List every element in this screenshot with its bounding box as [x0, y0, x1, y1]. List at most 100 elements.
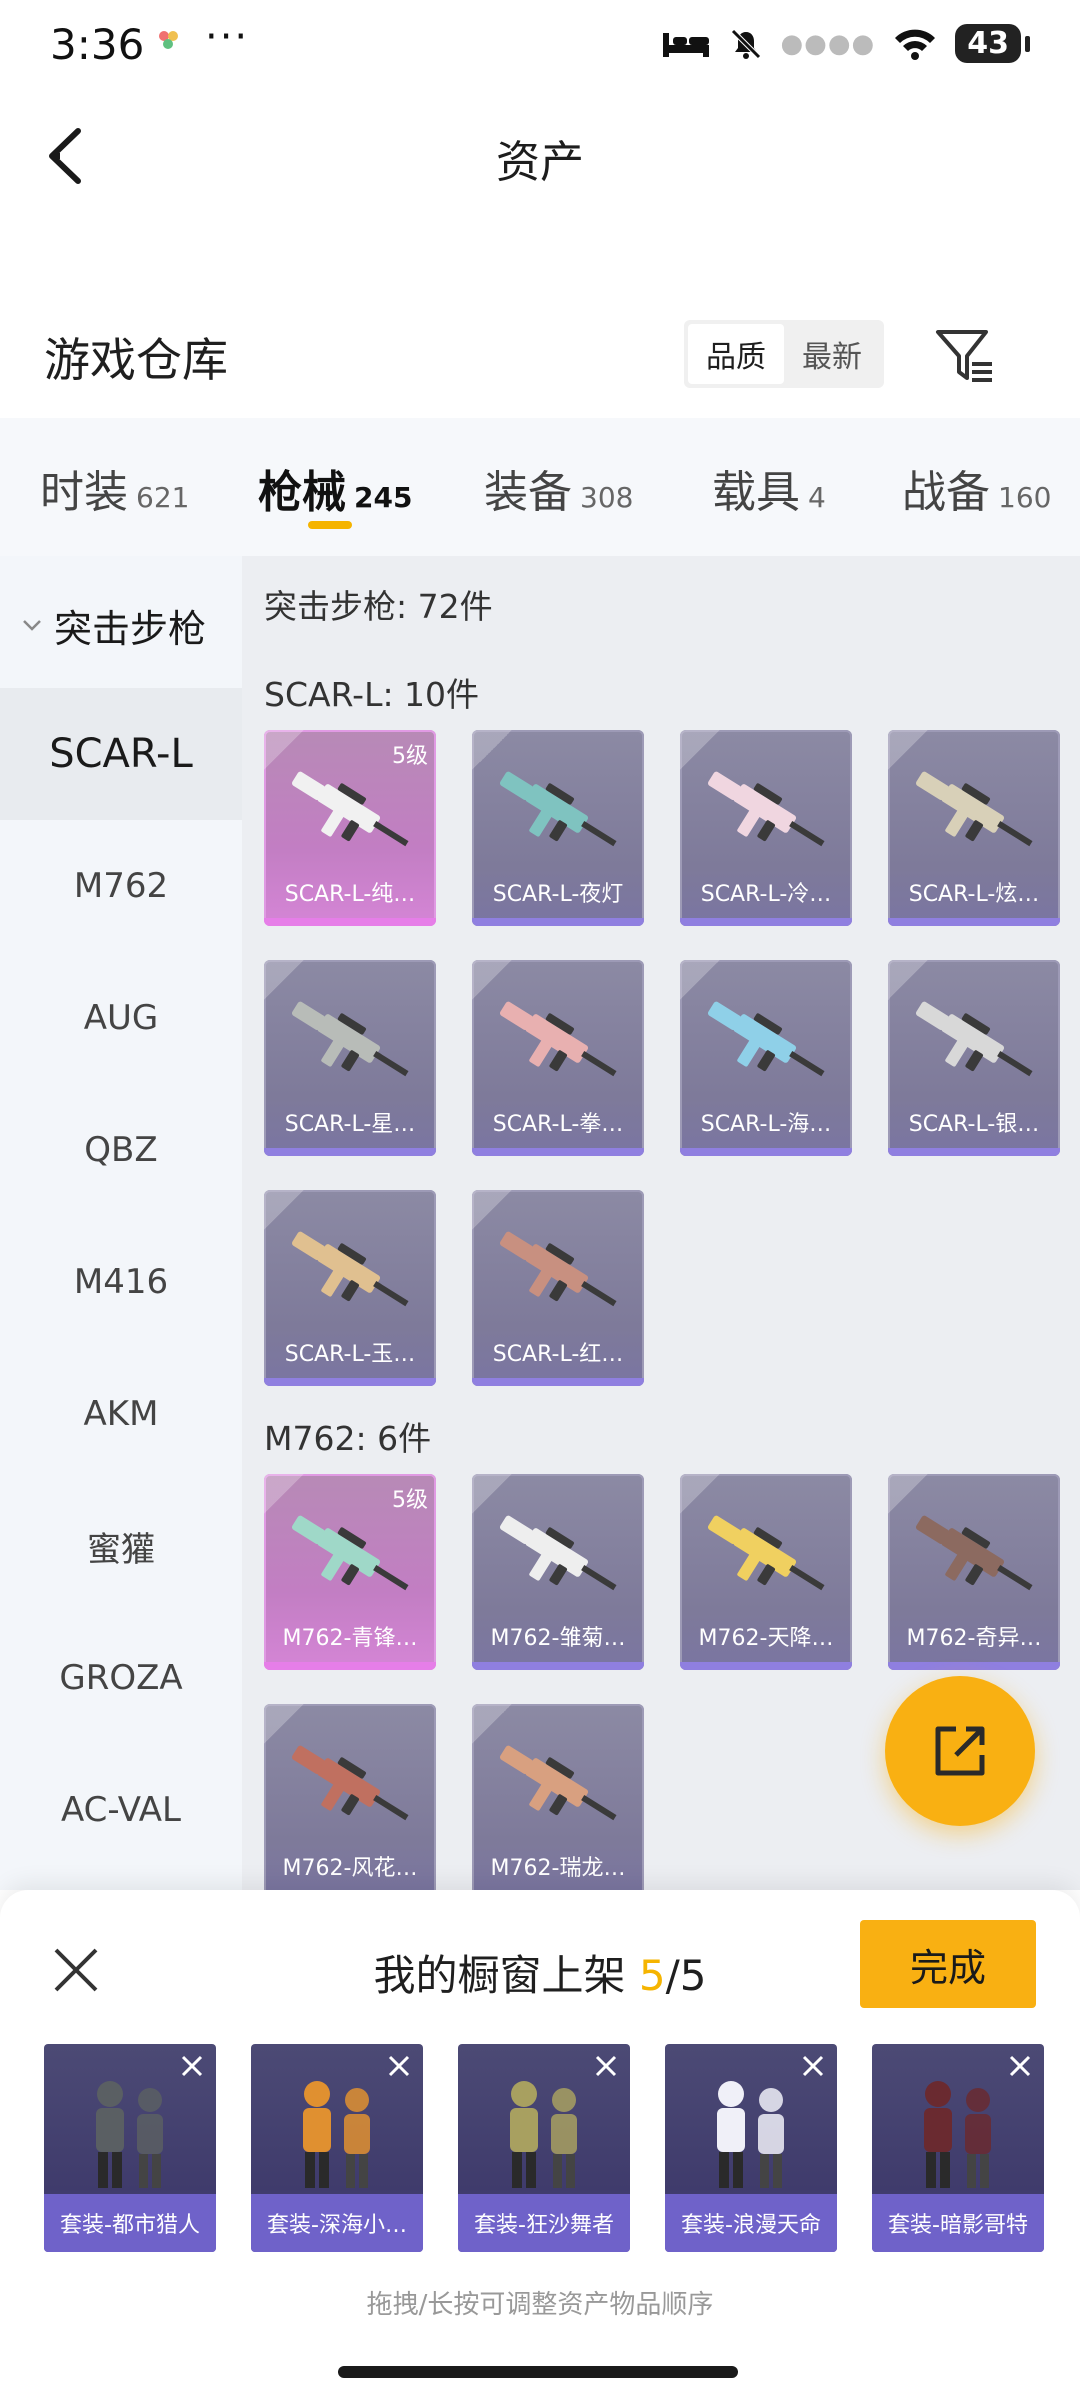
group-heading-m762: M762: 6件 — [264, 1419, 432, 1458]
tab-count: 621 — [136, 481, 190, 514]
showcase-item-name: 套装-都市猎人 — [44, 2194, 216, 2252]
sidebar-item-ac-val[interactable]: AC-VAL — [0, 1744, 242, 1876]
tab-label: 战备 — [902, 467, 990, 518]
sidebar-item-groza[interactable]: GROZA — [0, 1612, 242, 1744]
gun-skin-card[interactable]: SCAR-L-海… — [680, 960, 852, 1156]
remove-item-icon[interactable] — [178, 2052, 206, 2080]
sort-toggle: 品质 最新 — [684, 320, 884, 388]
signal-icon: ●●●● — [780, 28, 876, 59]
share-button[interactable] — [885, 1676, 1035, 1826]
tab-fashion[interactable]: 时装 621 — [40, 456, 189, 520]
tab-count: 308 — [580, 481, 634, 514]
tab-equipment[interactable]: 装备 308 — [484, 456, 633, 520]
sidebar-group-label: 突击步枪 — [54, 606, 207, 651]
gun-skin-name: SCAR-L-银… — [908, 1112, 1040, 1137]
showcase-item-name: 套装-暗影哥特 — [872, 2194, 1044, 2252]
rarity-bar — [472, 918, 644, 926]
showcase-item[interactable]: 套装-深海小… — [251, 2044, 423, 2252]
showcase-item-name: 套装-浪漫天命 — [665, 2194, 837, 2252]
gun-skin-name: M762-风花… — [282, 1856, 418, 1881]
sidebar-item-m416[interactable]: M416 — [0, 1216, 242, 1348]
outfit-icon — [275, 2074, 399, 2194]
gun-skin-card[interactable]: SCAR-L-银… — [888, 960, 1060, 1156]
sort-option-newest[interactable]: 最新 — [784, 324, 880, 384]
sleep-mode-icon — [662, 32, 709, 57]
gun-skin-name: SCAR-L-纯… — [284, 882, 416, 907]
showcase-item[interactable]: 套装-狂沙舞者 — [458, 2044, 630, 2252]
gun-skin-card[interactable]: M762-风花… — [264, 1704, 436, 1890]
tab-guns[interactable]: 枪械 245 — [258, 456, 412, 520]
showcase-item[interactable]: 套装-都市猎人 — [44, 2044, 216, 2252]
reorder-hint: 拖拽/长按可调整资产物品顺序 — [366, 2290, 714, 2320]
gun-skin-card[interactable]: 5级 M762-青锋… — [264, 1474, 436, 1670]
home-indicator[interactable] — [338, 2366, 738, 2378]
rifle-icon — [902, 1504, 1046, 1612]
sidebar-item-scar-l[interactable]: SCAR-L — [0, 688, 242, 820]
sort-option-quality[interactable]: 品质 — [688, 324, 784, 384]
active-tab-indicator — [308, 521, 352, 529]
gun-skin-card[interactable]: SCAR-L-炫… — [888, 730, 1060, 926]
gun-skin-card[interactable]: SCAR-L-夜灯 — [472, 730, 644, 926]
category-heading: 突击步枪: 72件 — [264, 587, 493, 626]
outfit-icon — [482, 2074, 606, 2194]
gun-skin-name: SCAR-L-星… — [284, 1112, 416, 1137]
rifle-icon — [278, 990, 422, 1098]
gun-skin-name: M762-青锋… — [282, 1626, 418, 1651]
sidebar-item-qbz[interactable]: QBZ — [0, 1084, 242, 1216]
gun-skin-card[interactable]: M762-奇异… — [888, 1474, 1060, 1670]
remove-item-icon[interactable] — [799, 2052, 827, 2080]
sidebar-item-honey-badger[interactable]: 蜜獾 — [0, 1480, 242, 1612]
sidebar-item-akm[interactable]: AKM — [0, 1348, 242, 1480]
remove-item-icon[interactable] — [592, 2052, 620, 2080]
gun-skin-name: SCAR-L-冷… — [700, 882, 832, 907]
rarity-bar — [264, 1662, 436, 1670]
outfit-icon — [68, 2074, 192, 2194]
showcase-sheet: 我的橱窗上架 5/5 完成 拖拽/长按可调整资产物品顺序 套装-都市猎人 套装-深… — [0, 1890, 1080, 2400]
rarity-bar — [264, 1148, 436, 1156]
mute-icon — [730, 28, 761, 59]
rifle-icon — [486, 1220, 630, 1328]
showcase-count: 5 — [638, 1951, 666, 2000]
wifi-icon — [895, 29, 936, 60]
tab-count: 245 — [354, 481, 413, 514]
page-title: 资产 — [496, 137, 584, 188]
showcase-title-label: 我的橱窗上架 — [373, 1951, 626, 2000]
rarity-bar — [888, 918, 1060, 926]
gun-skin-card[interactable]: 5级 SCAR-L-纯… — [264, 730, 436, 926]
battery-indicator: 43 — [955, 24, 1021, 63]
showcase-item[interactable]: 套装-暗影哥特 — [872, 2044, 1044, 2252]
gun-skin-card[interactable]: SCAR-L-冷… — [680, 730, 852, 926]
remove-item-icon[interactable] — [1006, 2052, 1034, 2080]
sidebar-group-assault-rifles[interactable]: 突击步枪 — [0, 580, 242, 670]
rifle-icon — [278, 1734, 422, 1842]
gun-skin-card[interactable]: M762-瑞龙… — [472, 1704, 644, 1890]
gun-skin-name: SCAR-L-红… — [492, 1342, 624, 1367]
gun-skin-card[interactable]: M762-雏菊… — [472, 1474, 644, 1670]
gun-skin-name: SCAR-L-夜灯 — [492, 882, 624, 907]
share-external-icon — [935, 1726, 985, 1776]
sidebar-item-aug[interactable]: AUG — [0, 952, 242, 1084]
rifle-icon — [486, 1504, 630, 1612]
showcase-item-name: 套装-深海小… — [251, 2194, 423, 2252]
filter-button[interactable] — [930, 320, 1000, 390]
remove-item-icon[interactable] — [385, 2052, 413, 2080]
category-tabs: 时装 621 枪械 245 装备 308 载具 4 战备 160 — [0, 418, 1080, 556]
gun-skin-card[interactable]: M762-天降… — [680, 1474, 852, 1670]
gun-skin-card[interactable]: SCAR-L-星… — [264, 960, 436, 1156]
tab-vehicles[interactable]: 载具 4 — [712, 456, 826, 520]
tab-supplies[interactable]: 战备 160 — [902, 456, 1051, 520]
gun-skin-card[interactable]: SCAR-L-玉… — [264, 1190, 436, 1386]
gun-skin-card[interactable]: SCAR-L-红… — [472, 1190, 644, 1386]
gun-skin-name: SCAR-L-炫… — [908, 882, 1040, 907]
rifle-icon — [694, 990, 838, 1098]
status-time: 3:36 — [50, 20, 145, 69]
rarity-bar — [264, 918, 436, 926]
rifle-icon — [694, 1504, 838, 1612]
status-more-icon: ··· — [205, 14, 250, 60]
done-button[interactable]: 完成 — [860, 1920, 1036, 2008]
showcase-item[interactable]: 套装-浪漫天命 — [665, 2044, 837, 2252]
sidebar-item-m762[interactable]: M762 — [0, 820, 242, 952]
gun-skin-card[interactable]: SCAR-L-拳… — [472, 960, 644, 1156]
rifle-icon — [278, 1220, 422, 1328]
rifle-icon — [486, 1734, 630, 1842]
